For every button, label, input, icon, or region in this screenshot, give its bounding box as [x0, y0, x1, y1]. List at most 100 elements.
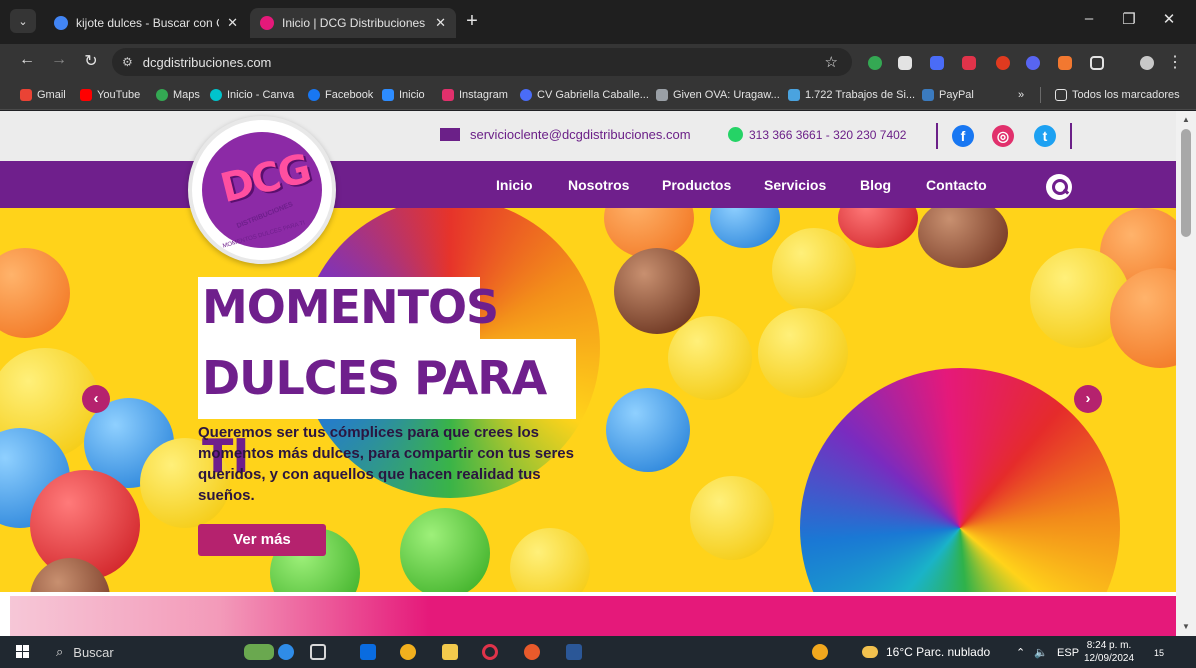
ver-mas-button[interactable]: Ver más	[198, 524, 326, 556]
windows-taskbar: ⌕ Buscar 16°C Parc. nublado ⌃ 🔈 ESP 8:24…	[0, 636, 1196, 668]
weather-text: 16°C Parc. nublado	[886, 645, 991, 659]
bookmark-ova[interactable]: Given OVA: Uragaw...	[656, 87, 780, 103]
more-bookmarks-chevron-icon[interactable]: »	[1018, 87, 1024, 103]
youtube-icon	[80, 89, 92, 101]
back-icon[interactable]: ←	[16, 51, 38, 69]
nav-productos[interactable]: Productos	[662, 177, 731, 193]
dcg-logo[interactable]: DCG DISTRIBUCIONES MOMENTOS DULCES PARA …	[188, 116, 336, 264]
nav-inicio[interactable]: Inicio	[496, 177, 533, 193]
adblock-plus-icon[interactable]	[962, 56, 976, 70]
bookmark-youtube[interactable]: YouTube	[80, 87, 140, 103]
close-tab-icon[interactable]: ✕	[435, 15, 446, 31]
opera-icon[interactable]	[482, 644, 498, 660]
canva-icon	[210, 89, 222, 101]
forward-icon[interactable]: →	[48, 51, 70, 69]
system-tray[interactable]: ⌃ 🔈 ESP	[1016, 646, 1079, 659]
task-view-icon[interactable]	[310, 644, 326, 660]
chrome-menu-icon[interactable]: ⋮	[1164, 52, 1186, 72]
all-bookmarks-folder[interactable]: Todos los marcadores	[1040, 87, 1180, 103]
page-scrollbar[interactable]: ▲ ▼	[1176, 111, 1196, 636]
tab-dcg-inicio[interactable]: Inicio | DCG Distribuciones ✕	[250, 8, 456, 38]
tab-title: Inicio | DCG Distribuciones	[282, 16, 426, 30]
bookmark-maps[interactable]: Maps	[156, 87, 200, 103]
notifications-icon[interactable]: 15	[1154, 644, 1170, 660]
email-link[interactable]: servicioclente@dcgdistribuciones.com	[440, 127, 691, 142]
windows-start-icon[interactable]	[16, 645, 30, 659]
lollipop-image	[800, 368, 1120, 592]
hero-description: Queremos ser tus cómplices para que cree…	[198, 424, 574, 504]
taskbar-search-label: Buscar	[73, 644, 114, 660]
bookmark-canva[interactable]: Inicio - Canva	[210, 87, 294, 103]
new-tab-button[interactable]: +	[460, 10, 484, 34]
search-icon: ⌕	[56, 644, 64, 659]
widget-icon[interactable]	[278, 644, 294, 660]
volume-muted-icon[interactable]: 🔈	[1034, 647, 1048, 659]
taskbar-search[interactable]: ⌕ Buscar	[56, 642, 236, 662]
whatsapp-icon	[728, 127, 743, 142]
system-clock[interactable]: 8:24 p. m. 12/09/2024	[1084, 639, 1134, 665]
nav-blog[interactable]: Blog	[860, 177, 891, 193]
nav-servicios[interactable]: Servicios	[764, 177, 826, 193]
scrollbar-thumb[interactable]	[1181, 129, 1191, 237]
extension-icon[interactable]	[1058, 56, 1072, 70]
bookmark-facebook[interactable]: Facebook	[308, 87, 373, 103]
bookmark-label: Instagram	[459, 89, 508, 101]
twitter-icon[interactable]: t	[1034, 125, 1056, 147]
search-icon[interactable]	[1046, 174, 1072, 200]
extensions-puzzle-icon[interactable]	[1090, 56, 1104, 70]
bookmark-paypal[interactable]: PayPal	[922, 87, 974, 103]
reload-icon[interactable]: ↻	[80, 51, 102, 71]
bookmark-gmail[interactable]: Gmail	[20, 87, 66, 103]
bookmark-trabajos[interactable]: 1.722 Trabajos de Si...	[788, 87, 915, 103]
site-info-icon[interactable]: ⚙	[122, 55, 133, 69]
address-bar[interactable]: ⚙ dcgdistribuciones.com ☆	[112, 48, 852, 76]
scroll-down-icon[interactable]: ▼	[1182, 622, 1190, 631]
extension-icon[interactable]	[996, 56, 1010, 70]
bookmark-star-icon[interactable]: ☆	[825, 53, 838, 71]
restore-icon[interactable]: ❐	[1114, 10, 1144, 28]
browser-app-icon[interactable]	[524, 644, 540, 660]
nav-contacto[interactable]: Contacto	[926, 177, 987, 193]
extension-icon[interactable]	[898, 56, 912, 70]
bookmark-label: YouTube	[97, 89, 141, 101]
candy-image	[400, 508, 490, 592]
candy-image	[606, 388, 690, 472]
clock-time: 8:24 p. m.	[1086, 640, 1132, 651]
gmail-icon	[20, 89, 32, 101]
envelope-icon	[440, 128, 460, 141]
page-icon	[382, 89, 394, 101]
slider-next-icon[interactable]: ›	[1074, 385, 1102, 413]
extension-icon[interactable]	[930, 56, 944, 70]
tab-google-search[interactable]: kijote dulces - Buscar con Goog ✕	[44, 8, 248, 38]
candy-image	[510, 528, 590, 592]
tab-search-menu-icon[interactable]: ⌄	[10, 9, 36, 33]
hero-title-line-1: MOMENTOS	[198, 277, 499, 339]
scroll-up-icon[interactable]: ▲	[1182, 115, 1190, 124]
phone-link[interactable]: 313 366 3661 - 320 230 7402	[728, 127, 906, 142]
close-tab-icon[interactable]: ✕	[227, 15, 238, 31]
slider-prev-icon[interactable]: ‹	[82, 385, 110, 413]
language-indicator[interactable]: ESP	[1057, 647, 1079, 659]
file-explorer-icon[interactable]	[442, 644, 458, 660]
weather-widget[interactable]: 16°C Parc. nublado	[862, 645, 990, 659]
chevron-up-icon[interactable]: ⌃	[1016, 647, 1025, 659]
extension-icon[interactable]	[1026, 56, 1040, 70]
help-icon[interactable]	[812, 644, 828, 660]
search-highlight-icon[interactable]	[244, 644, 274, 660]
dropbox-icon[interactable]	[360, 644, 376, 660]
candy-image	[614, 248, 700, 334]
word-icon[interactable]	[566, 644, 582, 660]
bookmark-instagram[interactable]: Instagram	[442, 87, 508, 103]
nav-nosotros[interactable]: Nosotros	[568, 177, 629, 193]
profile-avatar-icon[interactable]	[1140, 56, 1154, 70]
close-window-icon[interactable]: ✕	[1154, 10, 1184, 28]
bookmark-inicio[interactable]: Inicio	[382, 87, 425, 103]
chrome-icon[interactable]	[400, 644, 416, 660]
instagram-icon[interactable]: ◎	[992, 125, 1014, 147]
bookmark-cv[interactable]: CV Gabriella Caballe...	[520, 87, 649, 103]
browser-toolbar: ← → ↻ ⚙ dcgdistribuciones.com ☆ ⋮	[0, 44, 1196, 80]
minimize-icon[interactable]: –	[1074, 10, 1104, 27]
grammarly-extension-icon[interactable]	[868, 56, 882, 70]
facebook-icon[interactable]: f	[952, 125, 974, 147]
candy-image	[838, 208, 918, 248]
